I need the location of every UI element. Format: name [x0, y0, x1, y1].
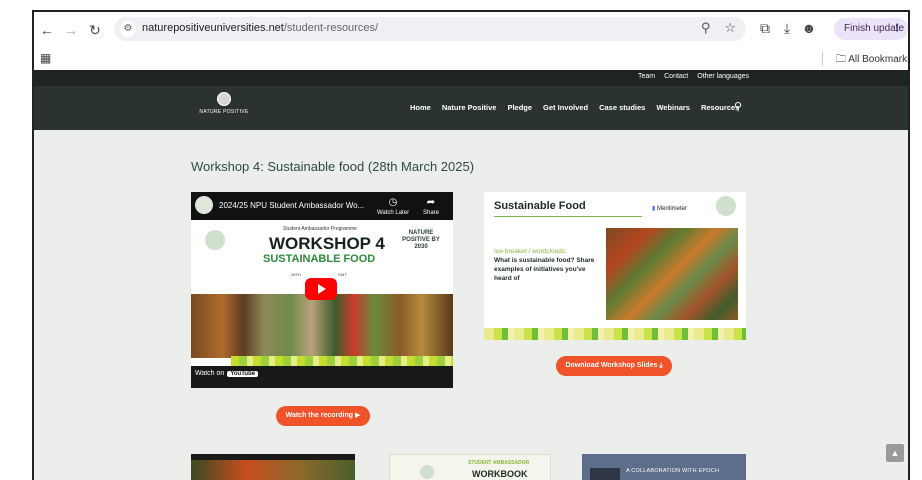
slide-divider [494, 216, 642, 217]
watch-on-youtube[interactable]: Watch on YouTube [195, 370, 259, 377]
apps-grid-icon[interactable]: ▦ [40, 51, 51, 65]
slide-logo-icon [716, 196, 736, 216]
nav-get-involved[interactable]: Get Involved [543, 103, 588, 112]
scroll-to-top-button[interactable]: ▲ [886, 444, 904, 462]
topbar-link-languages[interactable]: Other languages [697, 73, 749, 80]
menu-dots-icon[interactable]: ⋮ [892, 18, 902, 40]
site-logo[interactable]: NATURE POSITIVE [198, 92, 250, 115]
address-bar[interactable]: ⚙ naturepositiveuniversities.net/student… [114, 17, 746, 41]
profile-icon[interactable]: ☻ [798, 20, 820, 36]
browser-toolbar: ← → ↻ ⚙ naturepositiveuniversities.net/s… [34, 12, 908, 48]
url-path: /student-resources/ [283, 22, 379, 34]
thumbnail-date-gmt: GMT [337, 272, 347, 277]
video-header: 2024/25 NPU Student Ambassador Wo... ◷ Wa… [191, 192, 453, 220]
extensions-icon[interactable]: ⧉ [754, 20, 776, 37]
card3-text: A COLLABORATION WITH EPOCH [626, 468, 720, 474]
all-bookmarks-label: All Bookmarks [848, 54, 910, 65]
slide-question: What is sustainable food? Share examples… [494, 257, 595, 282]
slide-icebreaker: Ice-breaker / wordclouds: [494, 248, 567, 255]
thumbnail-subtitle-2: SUSTAINABLE FOOD [263, 253, 376, 265]
download-slides-button[interactable]: Download Workshop Slides ⤓ [556, 356, 672, 376]
youtube-logo: YouTube [227, 371, 259, 377]
bookmark-star-icon[interactable]: ☆ [724, 20, 736, 35]
finish-update-button[interactable]: Finish update ⋮ [834, 18, 908, 40]
site-main-nav: NATURE POSITIVE Home Nature Positive Pledg… [34, 86, 908, 130]
thumbnail-date-day: 28TH [291, 272, 301, 277]
slide-stripe [484, 328, 746, 340]
resource-card-1[interactable] [191, 454, 355, 480]
watch-later-label: Watch Later [376, 210, 410, 216]
resource-card-3[interactable]: A COLLABORATION WITH EPOCH [582, 454, 746, 480]
web-page: Team Contact Other languages NATURE POSITI… [34, 70, 908, 480]
thumbnail-logo-icon [205, 230, 225, 250]
bookmarks-separator [822, 52, 823, 66]
watch-later-button[interactable]: ◷ Watch Later [375, 197, 411, 216]
nav-case-studies[interactable]: Case studies [599, 103, 645, 112]
resource-card-2[interactable]: STUDENT AMBASSADOR WORKBOOK [389, 454, 551, 480]
slide-photos [606, 228, 738, 320]
card2-line2: WORKBOOK [472, 469, 528, 479]
youtube-embed[interactable]: 2024/25 NPU Student Ambassador Wo... ◷ Wa… [191, 192, 453, 388]
download-icon[interactable]: ⤓ [776, 20, 798, 37]
slide-title: Sustainable Food [494, 200, 586, 212]
topbar-link-team[interactable]: Team [638, 73, 655, 80]
back-icon[interactable]: ← [38, 21, 56, 39]
share-icon: ➦ [426, 197, 436, 208]
search-icon[interactable]: ⚲ [734, 100, 742, 113]
card2-line1: STUDENT AMBASSADOR [468, 460, 530, 466]
download-small-icon: ⤓ [659, 362, 663, 369]
thumbnail-photos [191, 294, 453, 358]
clock-icon: ◷ [388, 197, 398, 208]
browser-window: ← → ↻ ⚙ naturepositiveuniversities.net/s… [32, 10, 910, 480]
watch-recording-button[interactable]: Watch the recording ▶ [276, 406, 370, 426]
site-topbar: Team Contact Other languages [34, 70, 908, 86]
nav-nature-positive[interactable]: Nature Positive [442, 103, 497, 112]
url-domain: naturepositiveuniversities.net [142, 22, 284, 34]
all-bookmarks-button[interactable]: 🗀 All Bookmarks [836, 52, 910, 69]
card3-image [590, 468, 620, 480]
nav-webinars[interactable]: Webinars [656, 103, 690, 112]
thumbnail-stripe [231, 356, 453, 366]
logo-icon [217, 92, 231, 106]
share-label: Share [422, 210, 439, 216]
card1-header [191, 454, 355, 460]
thumbnail-subtitle: Student Ambassador Programme [283, 226, 357, 232]
channel-avatar[interactable] [195, 196, 213, 214]
zoom-icon[interactable]: ⚲ [701, 20, 711, 35]
mentimeter-label: Mentimeter [656, 206, 687, 212]
site-settings-icon[interactable]: ⚙ [120, 21, 136, 37]
video-title[interactable]: 2024/25 NPU Student Ambassador Wo... [219, 201, 364, 210]
url-text[interactable]: naturepositiveuniversities.net/student-r… [142, 22, 378, 34]
slide-preview: Sustainable Food ▮ Mentimeter Ice-breake… [484, 192, 746, 340]
thumbnail-title: WORKSHOP 4 [269, 234, 385, 253]
youtube-small-icon: ▶ [354, 412, 361, 419]
play-icon[interactable] [305, 278, 337, 300]
page-title: Workshop 4: Sustainable food (28th March… [191, 159, 475, 174]
topbar-link-contact[interactable]: Contact [664, 73, 688, 80]
bookmarks-bar: ▦ 🗀 All Bookmarks [34, 48, 908, 71]
download-slides-label: Download Workshop Slides [565, 362, 658, 369]
mentimeter-logo: ▮ Mentimeter [652, 205, 687, 212]
logo-text: NATURE POSITIVE [199, 109, 249, 115]
nav-pledge[interactable]: Pledge [507, 103, 532, 112]
folder-icon: 🗀 [836, 54, 846, 65]
nav-home[interactable]: Home [410, 103, 431, 112]
watch-on-label: Watch on [195, 370, 225, 377]
forward-icon[interactable]: → [62, 21, 80, 39]
watch-recording-label: Watch the recording [285, 412, 354, 419]
thumbnail-badge: NATURE POSITIVE BY 2030 [402, 230, 440, 250]
share-button[interactable]: ➦ Share [413, 197, 449, 216]
thumbnail-date: 28TH GMT [291, 272, 347, 277]
mentimeter-icon: ▮ [652, 206, 656, 212]
card2-logo-icon [420, 465, 434, 479]
reload-icon[interactable]: ↻ [86, 21, 104, 39]
